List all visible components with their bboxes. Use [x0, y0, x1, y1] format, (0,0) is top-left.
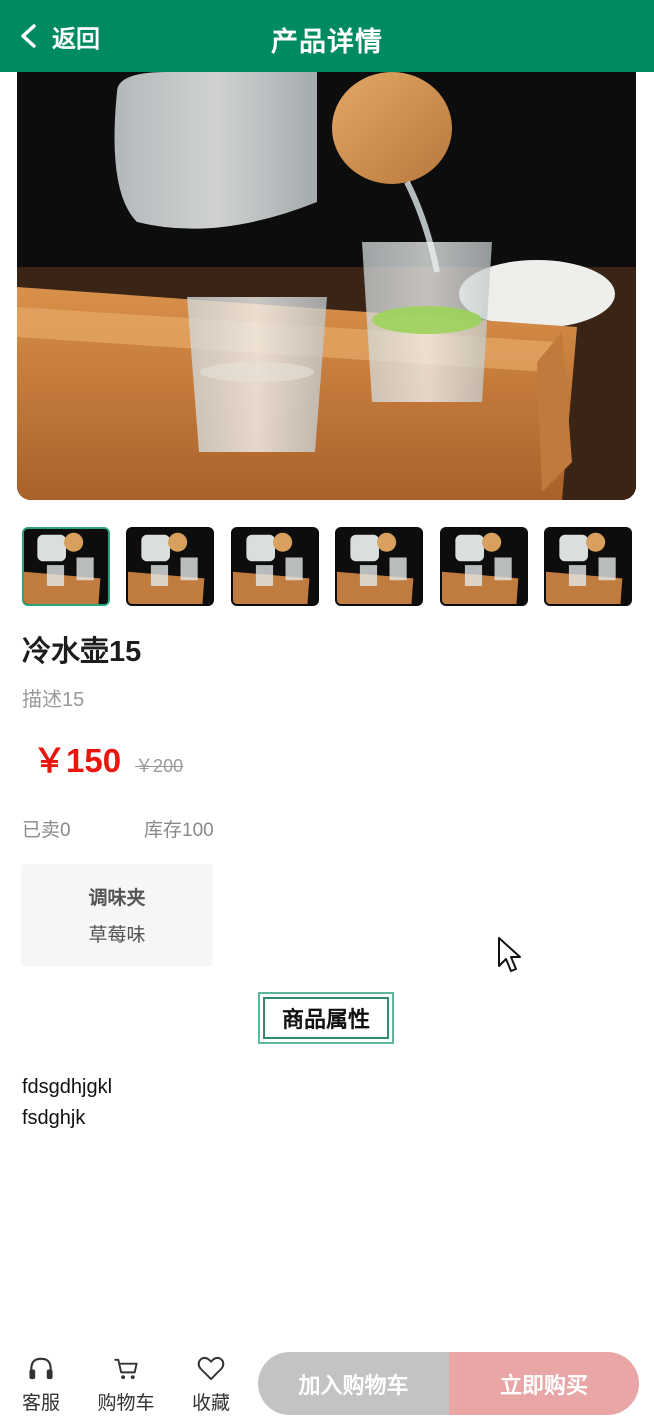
customer-service-button[interactable]: 客服 — [6, 1355, 76, 1415]
product-photo — [17, 72, 636, 500]
thumbnail-1[interactable] — [22, 527, 110, 606]
cart-icon — [114, 1358, 138, 1380]
thumbnail-strip — [22, 527, 632, 607]
thumbnail-4[interactable] — [335, 527, 424, 606]
thumbnail-image — [128, 529, 213, 604]
cart-label: 购物车 — [97, 1393, 155, 1414]
thumbnail-5[interactable] — [439, 527, 528, 606]
stock-count: 库存100 — [144, 820, 214, 841]
thumbnail-image — [232, 529, 317, 604]
sold-count: 已卖0 — [22, 820, 71, 841]
buy-now-button[interactable]: 立即购买 — [449, 1352, 639, 1415]
attribute-line: fdsgdhjgkl — [22, 1076, 113, 1098]
current-price: ￥150 — [33, 742, 122, 779]
tab-product-attributes[interactable]: 商品属性 — [258, 992, 394, 1044]
thumbnail-image — [24, 529, 108, 604]
thumbnail-6[interactable] — [543, 527, 632, 606]
favorite-label: 收藏 — [191, 1393, 230, 1414]
top-bar: 返回 产品详情 — [0, 0, 654, 72]
original-price: ￥200 — [135, 756, 184, 776]
tab-label: 商品属性 — [263, 997, 389, 1039]
thumbnail-3[interactable] — [230, 527, 319, 606]
spec-value: 草莓味 — [88, 925, 146, 946]
thumbnail-image — [337, 529, 422, 604]
thumbnail-2[interactable] — [126, 527, 215, 606]
mouse-cursor-icon — [498, 937, 521, 972]
page-title: 产品详情 — [271, 27, 383, 57]
favorite-button[interactable]: 收藏 — [176, 1355, 246, 1415]
headset-icon — [29, 1357, 53, 1380]
cart-button[interactable]: 购物车 — [91, 1355, 161, 1415]
spec-name: 调味夹 — [88, 888, 146, 909]
attributes-content: fdsgdhjgkl fsdghjk — [22, 1072, 112, 1134]
thumbnail-image — [545, 529, 630, 604]
product-description: 描述15 — [22, 689, 85, 711]
attribute-line: fsdghjk — [22, 1107, 86, 1129]
price-row: ￥150 ￥200 — [33, 734, 183, 782]
add-to-cart-button[interactable]: 加入购物车 — [258, 1352, 449, 1415]
bottom-action-bar: 客服 购物车 收藏 加入购物车 立即购买 — [0, 1345, 654, 1419]
product-main-image[interactable] — [17, 72, 636, 500]
thumbnail-image — [441, 529, 526, 604]
heart-icon — [197, 1356, 225, 1381]
spec-option[interactable]: 调味夹 草莓味 — [21, 864, 213, 966]
product-name: 冷水壶15 — [22, 636, 142, 668]
customer-service-label: 客服 — [21, 1393, 60, 1414]
